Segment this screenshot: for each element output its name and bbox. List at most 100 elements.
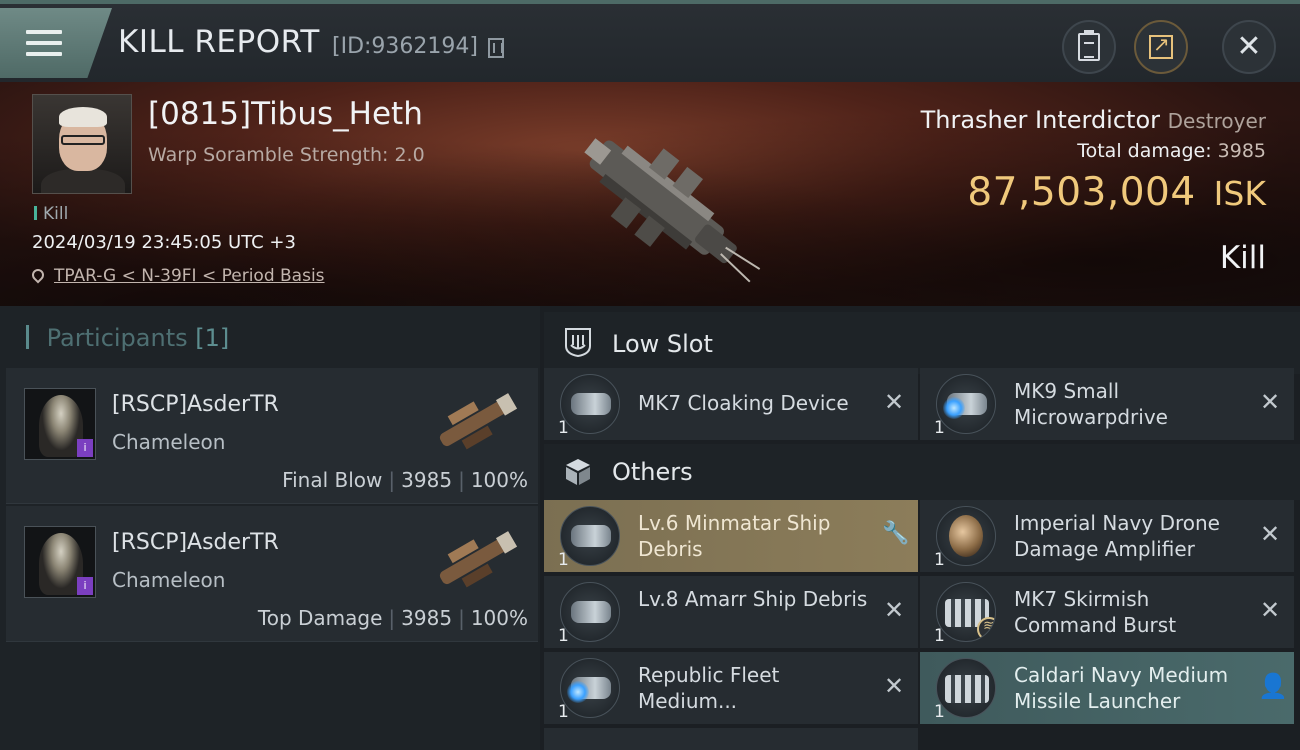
participant-role: Top Damage: [257, 606, 383, 630]
hamburger-menu-icon: [26, 30, 62, 56]
participant-ship-image: [439, 393, 518, 450]
destroyed-x-icon: ✕: [883, 388, 905, 416]
participants-header: Participants [1]: [26, 324, 230, 352]
module-name: Caldari Navy Medium Missile Launcher: [1014, 663, 1229, 713]
participant-row[interactable]: i [RSCP]AsderTR Chameleon Top Damage | 398…: [6, 506, 538, 642]
participant-avatar: i: [24, 526, 96, 598]
module-item-partial[interactable]: [544, 728, 918, 750]
victim-subtitle: Warp Soramble Strength: 2.0: [148, 144, 425, 166]
others-title: Others: [612, 458, 693, 486]
participants-title: Participants: [46, 324, 188, 352]
cloaking-device-icon: [560, 374, 620, 434]
header-bar: KILL REPORT [ID:9362194] ✕: [0, 0, 1300, 82]
module-quantity: 1: [558, 626, 569, 646]
module-item[interactable]: 1 Imperial Navy Drone Damage Amplifier ✕: [920, 500, 1294, 572]
participant-stats: Top Damage | 3985 | 100%: [257, 606, 528, 630]
ship-type: Thrasher Interdictor: [920, 106, 1160, 134]
module-item[interactable]: 1 Lv.6 Minmatar Ship Debris 🔧: [544, 500, 918, 572]
module-quantity: 1: [934, 702, 945, 722]
module-name: MK7 Cloaking Device: [638, 391, 849, 415]
module-quantity: 1: [558, 418, 569, 438]
module-quantity: 1: [558, 702, 569, 722]
close-button[interactable]: ✕: [1222, 20, 1276, 74]
victim-name[interactable]: [0815]Tibus_Heth: [148, 96, 423, 132]
location-link[interactable]: TPAR-G < N-39FI < Period Basis: [54, 266, 325, 286]
module-quantity: 1: [934, 626, 945, 646]
total-damage-label: Total damage:: [1077, 140, 1212, 162]
participant-ship: Chameleon: [112, 568, 226, 592]
participant-damage: 3985: [401, 468, 453, 492]
victim-ship-name[interactable]: Thrasher Interdictor Destroyer: [921, 106, 1266, 134]
module-item[interactable]: 1 Caldari Navy Medium Missile Launcher 👤: [920, 652, 1294, 724]
microwarpdrive-icon: [560, 658, 620, 718]
kill-location[interactable]: TPAR-G < N-39FI < Period Basis: [29, 266, 325, 286]
module-name: MK9 Small Microwarpdrive: [1014, 379, 1168, 429]
module-item[interactable]: 1 MK9 Small Microwarpdrive ✕: [920, 368, 1294, 440]
participants-count: [1]: [195, 324, 230, 352]
participant-avatar: i: [24, 388, 96, 460]
module-item[interactable]: 1 Republic Fleet Medium... ✕: [544, 652, 918, 724]
participant-stats: Final Blow | 3985 | 100%: [282, 468, 528, 492]
copy-icon[interactable]: [488, 38, 504, 58]
module-name: Imperial Navy Drone Damage Amplifier: [1014, 511, 1220, 561]
isk-value: 87,503,004 ISK: [967, 170, 1266, 215]
person-icon[interactable]: 👤: [1258, 674, 1288, 698]
rank-badge-icon: [977, 617, 995, 641]
module-item[interactable]: 1 Lv.8 Amarr Ship Debris ✕: [544, 576, 918, 648]
participant-damage: 3985: [401, 606, 453, 630]
module-name: Lv.6 Minmatar Ship Debris: [638, 511, 831, 561]
clipboard-icon: [1078, 30, 1100, 61]
victim-ship-image: [584, 138, 761, 283]
destroyed-x-icon: ✕: [1259, 388, 1281, 416]
page-title: KILL REPORT: [118, 24, 320, 60]
command-burst-icon: [936, 582, 996, 642]
kill-timestamp: 2024/03/19 23:45:05 UTC +3: [32, 232, 296, 253]
destroyed-x-icon: ✕: [1259, 596, 1281, 624]
isk-unit: ISK: [1213, 174, 1266, 213]
result-label: Kill: [1219, 240, 1266, 276]
menu-button[interactable]: [0, 8, 112, 78]
clipboard-button[interactable]: [1062, 20, 1116, 74]
ship-debris-icon: [560, 506, 620, 566]
participant-name: [RSCP]AsderTR: [112, 530, 279, 555]
location-pin-icon: [29, 266, 47, 284]
wrench-icon[interactable]: 🔧: [882, 522, 909, 546]
participant-ship-image: [439, 531, 518, 588]
missile-launcher-icon: [936, 658, 996, 718]
low-slot-icon: [565, 328, 591, 358]
module-item[interactable]: 1 MK7 Cloaking Device ✕: [544, 368, 918, 440]
victim-banner: [0815]Tibus_Heth Warp Soramble Strength:…: [0, 82, 1300, 306]
module-quantity: 1: [934, 550, 945, 570]
share-button[interactable]: [1134, 20, 1188, 74]
microwarpdrive-icon: [936, 374, 996, 434]
participant-percent: 100%: [470, 468, 528, 492]
others-header: Others: [544, 444, 1300, 500]
info-badge-icon: i: [77, 577, 93, 595]
participant-role: Final Blow: [282, 468, 383, 492]
destroyed-x-icon: ✕: [883, 672, 905, 700]
participant-name: [RSCP]AsderTR: [112, 392, 279, 417]
module-item[interactable]: 1 MK7 Skirmish Command Burst ✕: [920, 576, 1294, 648]
close-icon: ✕: [1236, 29, 1262, 64]
low-slot-header: Low Slot: [544, 312, 1300, 374]
participant-ship: Chameleon: [112, 430, 226, 454]
cube-icon: [566, 459, 590, 485]
total-damage: Total damage: 3985: [1077, 140, 1266, 162]
total-damage-value: 3985: [1217, 140, 1266, 162]
ship-class: Destroyer: [1167, 109, 1266, 133]
share-icon: [1149, 32, 1173, 59]
victim-avatar[interactable]: [32, 94, 132, 194]
ship-debris-icon: [560, 582, 620, 642]
module-quantity: 1: [934, 418, 945, 438]
low-slot-title: Low Slot: [612, 330, 713, 358]
module-name: MK7 Skirmish Command Burst: [1014, 587, 1177, 637]
destroyed-x-icon: ✕: [1259, 520, 1281, 548]
drone-damage-amplifier-icon: [936, 506, 996, 566]
participants-panel: Participants [1] i [RSCP]AsderTR Chamele…: [0, 306, 540, 750]
fitting-panel: Low Slot 1 MK7 Cloaking Device ✕ 1 MK9 S…: [544, 306, 1300, 750]
participant-row[interactable]: i [RSCP]AsderTR Chameleon Final Blow | 398…: [6, 368, 538, 504]
report-id: [ID:9362194]: [332, 34, 478, 59]
module-name: Republic Fleet Medium...: [638, 663, 780, 713]
module-quantity: 1: [558, 550, 569, 570]
isk-amount: 87,503,004: [967, 170, 1196, 215]
